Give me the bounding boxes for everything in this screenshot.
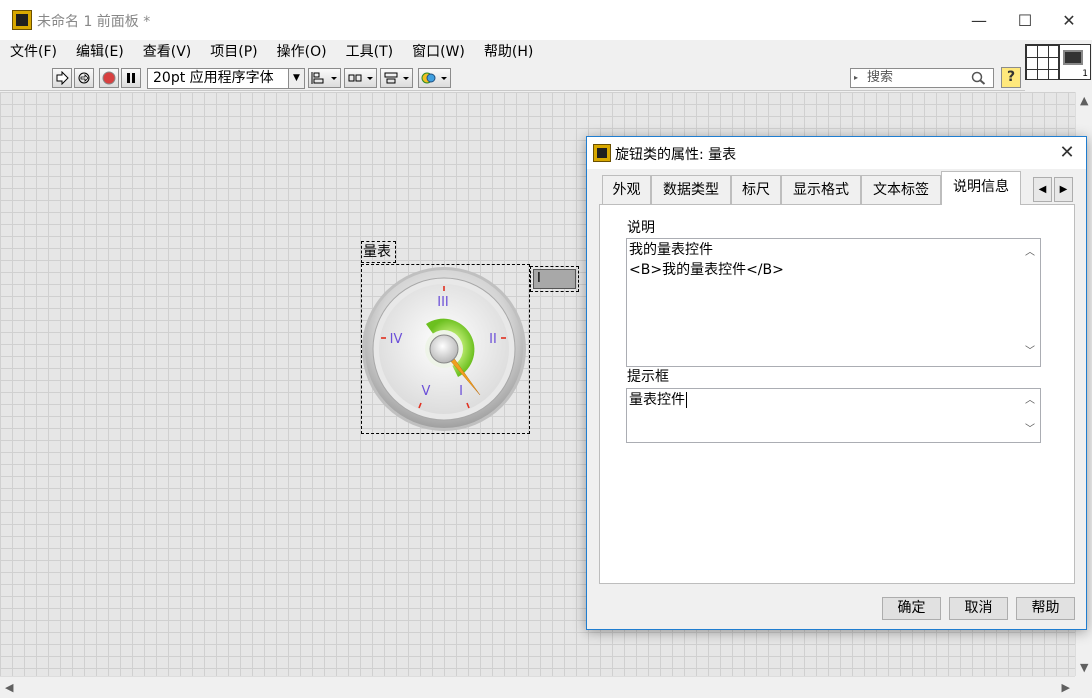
- description-line-1: 我的量表控件: [629, 242, 713, 258]
- gauge-dial: III II IV V I: [362, 267, 526, 431]
- scale-label-iii: III: [437, 295, 449, 310]
- description-textarea[interactable]: 我的量表控件 <B>我的量表控件</B> ︿ ﹀: [626, 238, 1041, 367]
- pause-icon: [127, 73, 135, 83]
- gauge-control[interactable]: III II IV V I: [361, 264, 530, 434]
- dialog-title-bar: 旋钮类的属性: 量表 ✕: [587, 137, 1086, 169]
- pause-button[interactable]: [121, 68, 141, 88]
- align-objects-icon: [311, 72, 337, 84]
- window-title: 未命名 1 前面板 *: [37, 14, 151, 30]
- menu-edit[interactable]: 编辑(E): [66, 40, 133, 64]
- run-continuously-icon: [78, 72, 90, 84]
- digital-display-value: I: [533, 269, 576, 289]
- stop-icon: [102, 71, 116, 85]
- chevron-down-icon[interactable]: ﹀: [1020, 420, 1040, 440]
- search-icon: [971, 71, 986, 85]
- title-bar: 未命名 1 前面板 * — ☐ ✕: [0, 0, 1092, 40]
- chevron-down-icon[interactable]: ﹀: [1020, 342, 1040, 362]
- distribute-objects-button[interactable]: [344, 68, 377, 88]
- minimize-button[interactable]: —: [956, 0, 1002, 40]
- abort-button[interactable]: [99, 68, 119, 88]
- connector-pane[interactable]: [1025, 44, 1059, 80]
- tab-display-format[interactable]: 显示格式: [781, 175, 861, 204]
- reorder-button[interactable]: [418, 68, 451, 88]
- chevron-down-icon: ▼: [288, 69, 304, 88]
- tab-scale[interactable]: 标尺: [731, 175, 781, 204]
- menu-window[interactable]: 窗口(W): [402, 40, 474, 64]
- search-scope-icon: ▸: [854, 73, 859, 82]
- help-icon: ?: [1006, 69, 1016, 85]
- scroll-up-icon[interactable]: ▲: [1080, 94, 1088, 107]
- close-icon: ✕: [1062, 10, 1076, 30]
- tab-documentation[interactable]: 说明信息: [941, 171, 1021, 205]
- vi-icon-screen: [1063, 50, 1083, 65]
- scroll-right-icon[interactable]: ▶: [1062, 681, 1070, 694]
- scale-label-iv: IV: [390, 332, 403, 347]
- chevron-up-icon[interactable]: ︿: [1020, 243, 1040, 263]
- context-help-button[interactable]: ?: [1001, 67, 1021, 88]
- cancel-button[interactable]: 取消: [949, 597, 1008, 620]
- menu-project[interactable]: 项目(P): [200, 40, 266, 64]
- close-icon: ✕: [1059, 142, 1075, 163]
- font-select-value: 20pt 应用程序字体: [153, 70, 274, 86]
- tab-scroll-left-icon[interactable]: ◀: [1033, 177, 1052, 202]
- reorder-icon: [421, 72, 447, 84]
- menu-file[interactable]: 文件(F): [0, 40, 66, 64]
- scale-label-ii: II: [489, 332, 497, 347]
- menu-view[interactable]: 查看(V): [133, 40, 201, 64]
- maximize-icon: ☐: [1017, 10, 1033, 30]
- menu-help[interactable]: 帮助(H): [474, 40, 542, 64]
- menu-operate[interactable]: 操作(O): [267, 40, 336, 64]
- minimize-icon: —: [971, 10, 987, 30]
- search-input[interactable]: 搜索 ▸: [850, 68, 994, 88]
- tab-scroll-right-icon[interactable]: ▶: [1054, 177, 1073, 202]
- maximize-button[interactable]: ☐: [1002, 0, 1048, 40]
- menu-tools[interactable]: 工具(T): [336, 40, 402, 64]
- resize-objects-icon: [384, 72, 409, 84]
- dialog-title: 旋钮类的属性: 量表: [615, 147, 737, 163]
- ok-button[interactable]: 确定: [882, 597, 941, 620]
- gauge-hub: [429, 334, 459, 364]
- horizontal-scrollbar[interactable]: ◀ ▶: [0, 676, 1075, 698]
- scale-label-v: V: [422, 384, 431, 399]
- text-cursor: [686, 392, 687, 408]
- gauge-label[interactable]: 量表: [361, 241, 396, 263]
- labview-app-icon: [593, 144, 611, 162]
- properties-dialog: 旋钮类的属性: 量表 ✕ 外观 数据类型 标尺 显示格式 文本标签 说明信息 ◀…: [586, 136, 1087, 630]
- tip-strip-text: 量表控件: [629, 392, 685, 408]
- scroll-down-icon[interactable]: ▼: [1080, 661, 1088, 674]
- tip-strip-textarea[interactable]: 量表控件 ︿ ﹀: [626, 388, 1041, 443]
- description-scrollbar[interactable]: ︿ ﹀: [1020, 239, 1040, 366]
- chevron-up-icon[interactable]: ︿: [1020, 391, 1040, 411]
- menu-bar: 文件(F) 编辑(E) 查看(V) 项目(P) 操作(O) 工具(T) 窗口(W…: [0, 40, 1025, 64]
- description-line-2: <B>我的量表控件</B>: [629, 262, 784, 278]
- tip-strip-scrollbar[interactable]: ︿ ﹀: [1020, 389, 1040, 442]
- scroll-left-icon[interactable]: ◀: [5, 681, 13, 694]
- tab-appearance[interactable]: 外观: [602, 175, 651, 204]
- close-button[interactable]: ✕: [1046, 0, 1092, 40]
- tab-text-labels[interactable]: 文本标签: [861, 175, 941, 204]
- description-label: 说明: [627, 220, 655, 236]
- tip-strip-label: 提示框: [627, 369, 669, 385]
- dialog-close-button[interactable]: ✕: [1053, 141, 1081, 165]
- run-button[interactable]: [52, 68, 72, 88]
- font-select[interactable]: 20pt 应用程序字体 ▼: [147, 68, 305, 89]
- search-placeholder: 搜索: [867, 70, 894, 85]
- run-continuously-button[interactable]: [74, 68, 94, 88]
- align-objects-button[interactable]: [308, 68, 341, 88]
- run-arrow-icon: [56, 71, 69, 85]
- vi-icon-number: 1: [1082, 69, 1088, 79]
- distribute-objects-icon: [348, 74, 373, 82]
- labview-app-icon: [12, 10, 32, 30]
- resize-objects-button[interactable]: [380, 68, 413, 88]
- gauge-digital-display[interactable]: I: [530, 266, 579, 292]
- documentation-panel: 说明 我的量表控件 <B>我的量表控件</B> ︿ ﹀ 提示框 量表控件 ︿ ﹀: [599, 204, 1075, 584]
- scale-label-i: I: [459, 384, 463, 399]
- vi-icon[interactable]: 1: [1059, 44, 1091, 80]
- help-button[interactable]: 帮助: [1016, 597, 1075, 620]
- tab-data-type[interactable]: 数据类型: [651, 175, 731, 204]
